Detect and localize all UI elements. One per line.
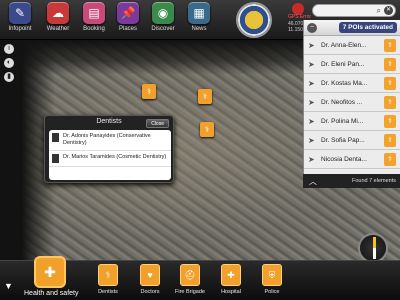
hide-panel-icon[interactable]: −: [307, 22, 317, 33]
clear-search-button[interactable]: ✕: [384, 6, 393, 15]
poi-name: Dr. Anna-Elen...: [321, 41, 367, 49]
toolbar-places-button[interactable]: 📌 Places: [113, 2, 143, 32]
toolbar-label: News: [191, 26, 207, 32]
subcategory-dentists-button[interactable]: ⚕ Dentists: [91, 264, 125, 295]
subcategory-label: Dentists: [98, 289, 118, 295]
results-count-label: Found 7 elements: [351, 178, 396, 184]
city-seal-logo: [236, 2, 272, 38]
toolbar-infopoint-button[interactable]: ✎ Infopoint: [5, 2, 35, 32]
category-label: Health and safety: [24, 290, 79, 297]
navigate-arrow-icon: ➤: [308, 116, 315, 126]
health-safety-category-button[interactable]: ✚: [34, 256, 66, 288]
poi-list-item[interactable]: ➤ Dr. Eleni Pan... ⚕: [304, 55, 400, 74]
chevron-down-icon[interactable]: ▼: [4, 281, 13, 291]
subcategory-label: Hospital: [221, 289, 241, 295]
dentist-marker-icon: ⚕: [384, 38, 396, 52]
layers-button[interactable]: ▮: [4, 72, 14, 82]
helmet-icon: ⛑: [180, 264, 200, 286]
toolbar-weather-button[interactable]: ☁ Weather: [43, 2, 73, 32]
map-marker-dentist[interactable]: ⚕: [142, 84, 156, 99]
poi-panel-header: − 7 POIs activated: [304, 20, 400, 36]
poi-list-item[interactable]: ➤ Dr. Sofia Pap... ⚕: [304, 131, 400, 150]
dentist-marker-icon: ⚕: [384, 114, 396, 128]
poi-list-item[interactable]: ➤ Nicosia Denta... ⚕: [304, 150, 400, 169]
compass-needle: [373, 237, 376, 259]
dentist-marker-icon: ⚕: [384, 152, 396, 166]
navigate-arrow-icon: ➤: [308, 40, 315, 50]
navigate-arrow-icon: ➤: [308, 59, 315, 69]
poi-name: Dr. Sofia Pap...: [321, 136, 365, 144]
search-icon[interactable]: ⌕: [377, 6, 381, 16]
settings-button[interactable]: ◐: [4, 58, 14, 68]
toolbar-label: Discover: [151, 26, 175, 32]
poi-name: Dr. Kostas Ma...: [321, 79, 368, 87]
book-icon: ▤: [83, 2, 105, 24]
subcategory-label: Police: [264, 289, 280, 295]
popup-item-label: Dr. Marios Taramides (Cosmetic Dentistry…: [63, 154, 167, 160]
map-marker-dentist[interactable]: ⚕: [200, 122, 214, 137]
dentist-marker-icon: ⚕: [384, 133, 396, 147]
hospital-icon: ✚: [221, 264, 241, 286]
navigate-arrow-icon: ➤: [308, 78, 315, 88]
newspaper-icon: ▦: [188, 2, 210, 24]
poi-name: Nicosia Denta...: [321, 155, 367, 163]
poi-name: Dr. Polina Mi...: [321, 117, 364, 125]
stethoscope-icon: ♥: [140, 264, 160, 286]
poi-count-badge: 7 POIs activated: [338, 22, 397, 33]
toolbar-label: Booking: [83, 26, 105, 32]
collapse-panel-icon[interactable]: ︿: [309, 176, 317, 187]
search-input[interactable]: ⌕ ✕: [312, 4, 396, 17]
poi-list-item[interactable]: ➤ Dr. Neofitos ... ⚕: [304, 93, 400, 112]
dentist-marker-icon: ⚕: [384, 76, 396, 90]
popup-list-item[interactable]: Dr. Marios Taramides (Cosmetic Dentistry…: [49, 151, 171, 167]
toolbar-discover-button[interactable]: ◉ Discover: [148, 2, 178, 32]
cloud-icon: ☁: [47, 2, 69, 24]
subcategory-label: Doctors: [140, 289, 160, 295]
map-marker-dentist[interactable]: ⚕: [198, 89, 212, 104]
popup-list-item[interactable]: Dr. Adonis Panayides (Conservative Denti…: [49, 130, 171, 151]
poi-list-item[interactable]: ➤ Dr. Kostas Ma... ⚕: [304, 74, 400, 93]
compass-icon[interactable]: [358, 233, 388, 263]
tooth-icon: ⚕: [98, 264, 118, 286]
poi-name: Dr. Neofitos ...: [321, 98, 363, 106]
poi-panel: − 7 POIs activated ➤ Dr. Anna-Elen... ⚕ …: [303, 20, 400, 188]
toolbar-booking-button[interactable]: ▤ Booking: [79, 2, 109, 32]
poi-list-item[interactable]: ➤ Dr. Polina Mi... ⚕: [304, 112, 400, 131]
pin-icon: 📌: [117, 2, 139, 24]
dentists-popup: Dentists Close Dr. Adonis Panayides (Con…: [44, 115, 174, 183]
close-button[interactable]: Close: [146, 119, 169, 128]
globe-icon: ◉: [152, 2, 174, 24]
toolbar-label: Weather: [46, 26, 70, 32]
building-icon: [52, 133, 59, 142]
toolbar-news-button[interactable]: ▦ News: [184, 2, 214, 32]
popup-list: Dr. Adonis Panayides (Conservative Denti…: [49, 130, 171, 180]
navigate-arrow-icon: ➤: [308, 97, 315, 107]
popup-item-label: Dr. Adonis Panayides (Conservative Denti…: [63, 133, 151, 146]
poi-list-item[interactable]: ➤ Dr. Anna-Elen... ⚕: [304, 36, 400, 55]
shield-icon: ⛨: [262, 264, 282, 286]
poi-name: Dr. Eleni Pan...: [321, 60, 365, 68]
toolbar-label: Infopoint: [8, 26, 32, 32]
pencil-icon: ✎: [9, 2, 31, 24]
poi-panel-footer: Found 7 elements: [303, 174, 400, 188]
navigate-arrow-icon: ➤: [308, 154, 315, 164]
navigate-arrow-icon: ➤: [308, 135, 315, 145]
subcategory-police-button[interactable]: ⛨ Police: [255, 264, 289, 295]
info-button[interactable]: i: [4, 44, 14, 54]
dentist-marker-icon: ⚕: [384, 95, 396, 109]
building-icon: [52, 154, 59, 163]
subcategory-doctors-button[interactable]: ♥ Doctors: [133, 264, 167, 295]
subcategory-fire-brigade-button[interactable]: ⛑ Fire Brigade: [173, 264, 207, 295]
dentist-marker-icon: ⚕: [384, 57, 396, 71]
subcategory-hospital-button[interactable]: ✚ Hospital: [214, 264, 248, 295]
subcategory-label: Fire Brigade: [175, 289, 205, 295]
toolbar-label: Places: [118, 26, 137, 32]
